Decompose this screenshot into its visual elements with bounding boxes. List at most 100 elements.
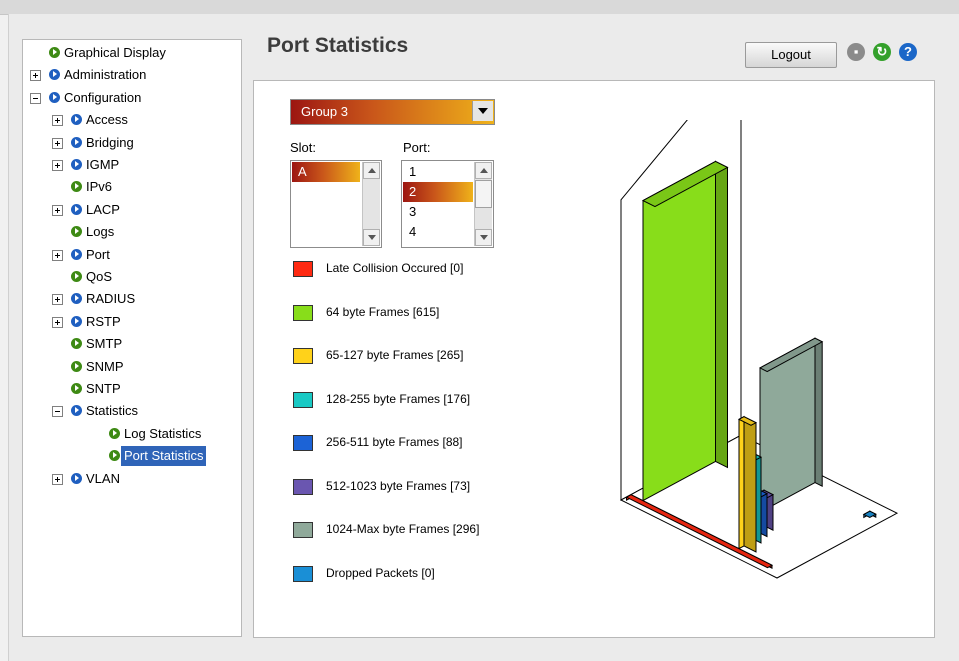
- tree-item-sntp[interactable]: SNTP: [23, 379, 239, 399]
- tree-item-port[interactable]: Port: [23, 245, 239, 265]
- legend-swatch: [293, 304, 313, 321]
- tree-item-lacp[interactable]: LACP: [23, 200, 239, 220]
- tree-item-logs[interactable]: Logs: [23, 222, 239, 242]
- scroll-thumb[interactable]: [475, 180, 492, 208]
- slot-listbox[interactable]: A: [290, 160, 382, 248]
- save-icon[interactable]: ▪: [847, 43, 865, 61]
- tree-item-statistics[interactable]: Statistics: [23, 401, 239, 421]
- legend-label: 65-127 byte Frames [265]: [326, 348, 464, 362]
- tree-item-label: RADIUS: [86, 291, 136, 307]
- tree-item-access[interactable]: Access: [23, 110, 239, 130]
- scroll-down-icon[interactable]: [475, 229, 492, 246]
- group-select[interactable]: Group 3: [290, 99, 495, 125]
- list-option[interactable]: 2: [403, 182, 473, 202]
- legend-swatch: [293, 348, 313, 364]
- help-icon[interactable]: ?: [899, 43, 917, 61]
- folder-node-icon: [71, 405, 82, 417]
- collapse-icon[interactable]: [30, 92, 41, 104]
- legend-label: 128-255 byte Frames [176]: [326, 391, 471, 406]
- tree-item-port-statistics[interactable]: Port Statistics: [23, 446, 239, 467]
- tree-item-smtp[interactable]: SMTP: [23, 334, 239, 354]
- tree-item-snmp[interactable]: SNMP: [23, 357, 239, 377]
- leaf-node-icon: [109, 427, 120, 439]
- expand-icon[interactable]: [30, 70, 41, 82]
- leaf-node-icon: [71, 383, 82, 394]
- tree-item-label: QoS: [86, 269, 113, 284]
- leaf-node-icon: [71, 360, 82, 372]
- legend-label: 512-1023 byte Frames [73]: [326, 478, 471, 493]
- folder-node-icon: [49, 91, 60, 103]
- chart-bar-face: [715, 160, 728, 469]
- expand-icon[interactable]: [52, 294, 63, 306]
- port-statistics-chart: [619, 120, 899, 579]
- tree-item-administration[interactable]: Administration: [23, 65, 239, 85]
- tree-item-vlan[interactable]: VLAN: [23, 469, 239, 489]
- folder-node-icon: [71, 203, 82, 215]
- scroll-up-icon[interactable]: [475, 162, 492, 179]
- port-listbox[interactable]: 1234: [401, 160, 494, 248]
- leaf-node-icon: [71, 226, 82, 238]
- tree-item-ipv6[interactable]: IPv6: [23, 177, 239, 197]
- chart-bar-face: [743, 415, 757, 553]
- collapse-icon[interactable]: [52, 406, 63, 418]
- tree-item-label: VLAN: [86, 470, 120, 486]
- legend-swatch: [293, 435, 313, 451]
- folder-node-icon: [71, 472, 82, 484]
- list-option[interactable]: 1: [403, 162, 473, 182]
- tree-item-configuration[interactable]: Configuration: [23, 88, 239, 108]
- tree-item-label: Bridging: [86, 134, 134, 150]
- scroll-down-icon[interactable]: [363, 229, 380, 246]
- tree-item-label: Administration: [64, 67, 147, 83]
- slot-label: Slot:: [290, 140, 317, 155]
- folder-node-icon: [71, 114, 82, 126]
- browser-top-bar: [0, 0, 959, 15]
- chevron-down-icon[interactable]: [472, 101, 493, 121]
- chart-bar-face: [814, 337, 823, 488]
- tree-item-label: Access: [86, 112, 128, 128]
- expand-icon[interactable]: [52, 249, 63, 261]
- leaf-node-icon: [71, 338, 82, 350]
- tree-item-label: LACP: [86, 201, 120, 217]
- chart-bar-face: [642, 160, 716, 502]
- expand-icon[interactable]: [52, 204, 63, 216]
- expand-icon[interactable]: [52, 115, 63, 127]
- tree-item-label: SNMP: [86, 358, 124, 374]
- tree-item-qos[interactable]: QoS: [23, 267, 239, 287]
- expand-icon[interactable]: [52, 473, 63, 485]
- list-option[interactable]: 4: [403, 222, 473, 242]
- tree-item-label: Statistics: [86, 403, 139, 419]
- logout-button[interactable]: Logout: [745, 42, 837, 68]
- port-scrollbar[interactable]: [474, 162, 492, 246]
- port-label: Port:: [403, 140, 431, 155]
- folder-node-icon: [71, 293, 82, 305]
- legend-swatch: [293, 478, 313, 495]
- legend-label: Dropped Packets [0]: [326, 565, 435, 580]
- expand-icon[interactable]: [52, 316, 63, 328]
- leaf-node-icon: [109, 450, 120, 462]
- tree-item-igmp[interactable]: IGMP: [23, 155, 239, 175]
- tree-item-rstp[interactable]: RSTP: [23, 312, 239, 332]
- legend-swatch: [293, 565, 313, 582]
- leaf-node-icon: [71, 271, 82, 282]
- scroll-up-icon[interactable]: [363, 162, 380, 179]
- tree-item-radius[interactable]: RADIUS: [23, 289, 239, 309]
- folder-node-icon: [49, 69, 60, 81]
- legend-label: Late Collision Occured [0]: [326, 261, 464, 275]
- slot-scrollbar[interactable]: [362, 162, 380, 246]
- legend-swatch: [293, 261, 313, 277]
- chart-bar-face: [738, 415, 745, 550]
- tree-item-graphical-display[interactable]: Graphical Display: [23, 43, 239, 63]
- list-option[interactable]: 3: [403, 202, 473, 222]
- expand-icon[interactable]: [52, 160, 63, 171]
- tree-item-bridging[interactable]: Bridging: [23, 133, 239, 153]
- group-select-value: Group 3: [301, 104, 348, 119]
- folder-node-icon: [71, 248, 82, 260]
- tree-item-label: IGMP: [86, 157, 120, 172]
- tree-item-log-statistics[interactable]: Log Statistics: [23, 424, 239, 444]
- tree-item-label: IPv6: [86, 179, 113, 195]
- expand-icon[interactable]: [52, 137, 63, 149]
- refresh-icon[interactable]: ↻: [873, 43, 891, 61]
- tree-item-label: RSTP: [86, 313, 121, 329]
- leaf-node-icon: [71, 181, 82, 193]
- list-option[interactable]: A: [292, 162, 360, 182]
